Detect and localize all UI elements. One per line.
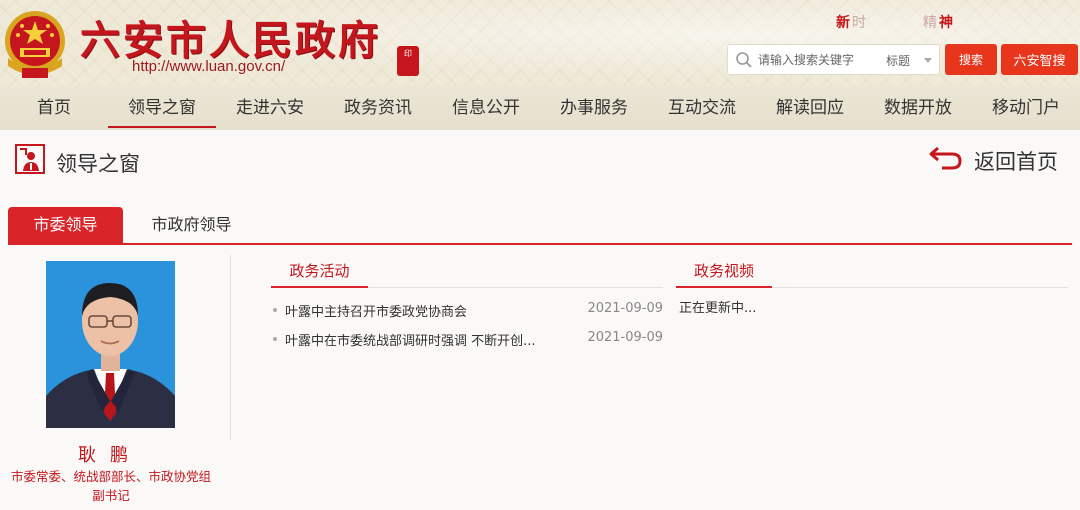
news-item[interactable]: 叶露中主持召开市委政党协商会 2021-09-09: [273, 300, 663, 320]
leader-position: 市委常委、统战部部长、市政协党组副书记: [10, 469, 211, 503]
leader-tabs: 市委领导 市政府领导: [8, 207, 1072, 245]
back-home-label: 返回首页: [974, 150, 1058, 174]
nav-item-services[interactable]: 办事服务: [540, 86, 648, 130]
nav-item-leaders[interactable]: 领导之窗: [108, 86, 216, 130]
nav-item-open-data[interactable]: 数据开放: [864, 86, 972, 130]
videos-title[interactable]: 政务视频: [676, 258, 772, 288]
nav-item-mobile[interactable]: 移动门户: [972, 86, 1080, 130]
main-nav: 首页 领导之窗 走进六安 政务资讯 信息公开 办事服务 互动交流 解读回应 数据…: [0, 86, 1080, 130]
nav-item-interpretation[interactable]: 解读回应: [756, 86, 864, 130]
search-scope-select[interactable]: 标题: [886, 52, 910, 69]
news-item[interactable]: 叶露中在市委统战部调研时强调 不断开创... 2021-09-09: [273, 329, 663, 349]
news-title: 叶露中主持召开市委政党协商会: [285, 305, 468, 320]
nav-item-interaction[interactable]: 互动交流: [648, 86, 756, 130]
activities-panel-header: 政务活动: [271, 258, 663, 288]
bullet-icon: [273, 308, 277, 312]
nav-item-disclosure[interactable]: 信息公开: [432, 86, 540, 130]
slogan-char: 精: [923, 15, 939, 31]
column-divider: [230, 255, 231, 440]
site-url: http://www.luan.gov.cn/: [132, 58, 286, 75]
slogan: 新时 精神: [836, 12, 955, 32]
seal-text: 印: [404, 49, 412, 58]
bullet-icon: [273, 337, 277, 341]
news-title: 叶露中在市委统战部调研时强调 不断开创...: [285, 334, 536, 349]
back-home-link[interactable]: 返回首页: [928, 142, 1073, 176]
news-date: 2021-09-09: [587, 301, 663, 316]
tab-government-leaders[interactable]: 市政府领导: [139, 207, 244, 243]
leader-name[interactable]: 耿鹏: [0, 441, 220, 467]
tab-committee-leaders[interactable]: 市委领导: [8, 207, 123, 243]
site-header: 六安市人民政府 http://www.luan.gov.cn/ 印 新时 精神 …: [0, 0, 1080, 86]
search-input[interactable]: [758, 50, 878, 70]
main-content: 领导之窗 返回首页 市委领导 市政府领导 耿鹏 市委常委、统战部部长、市政协党组…: [0, 130, 1080, 510]
leader-photo[interactable]: [46, 261, 175, 428]
seal-stamp: 印: [397, 46, 419, 76]
leader-window-icon: [15, 144, 45, 174]
slogan-char: 时: [852, 15, 868, 31]
activities-title[interactable]: 政务活动: [271, 258, 368, 288]
video-status: 正在更新中...: [679, 301, 757, 316]
smart-search-button[interactable]: 六安智搜: [1001, 44, 1078, 75]
chevron-down-icon: [924, 58, 932, 63]
search-box: 标题: [727, 44, 940, 75]
search-button[interactable]: 搜索: [945, 44, 997, 75]
section-title: 领导之窗: [56, 152, 140, 176]
slogan-char: 新: [836, 15, 852, 31]
search-icon: [736, 52, 752, 68]
nav-item-about[interactable]: 走进六安: [216, 86, 324, 130]
videos-panel-header: 政务视频: [676, 258, 1068, 288]
news-date: 2021-09-09: [587, 330, 663, 345]
slogan-char: 神: [939, 15, 955, 31]
return-arrow-icon: [929, 146, 962, 170]
national-emblem-icon: [5, 11, 65, 78]
nav-item-news[interactable]: 政务资讯: [324, 86, 432, 130]
nav-item-home[interactable]: 首页: [0, 86, 108, 130]
